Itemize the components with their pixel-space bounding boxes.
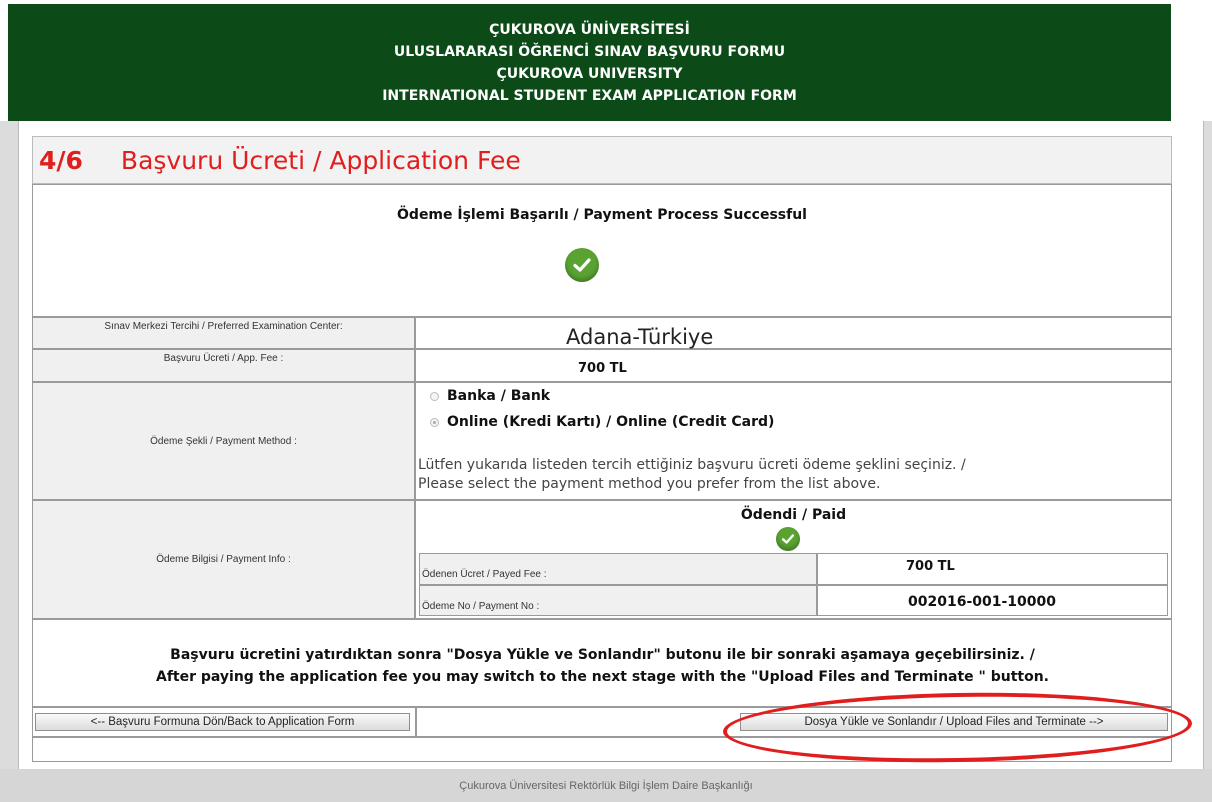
payment-method-label: Ödeme Şekli / Payment Method : [32,382,415,500]
header-line-3: ÇUKUROVA UNIVERSITY [496,65,683,82]
paid-fee-value-cell: 700 TL [817,553,1168,585]
radio-option-bank[interactable]: Banka / Bank [430,388,550,404]
payment-no-value-cell: 002016-001-10000 [817,585,1168,616]
instructions-line2: After paying the application fee you may… [155,669,1049,685]
success-message: Ödeme İşlemi Başarılı / Payment Process … [397,207,807,223]
payment-info-label: Ödeme Bilgisi / Payment Info : [32,500,415,619]
radio-online-label: Online (Kredi Kartı) / Online (Credit Ca… [447,414,775,430]
payment-method-note-line1: Lütfen yukarıda listeden tercih ettiğini… [418,457,966,473]
radio-online[interactable] [430,417,439,427]
payment-no-value: 002016-001-10000 [908,594,1056,610]
radio-bank-label: Banka / Bank [447,388,551,404]
header-line-1: ÇUKUROVA ÜNİVERSİTESİ [489,21,690,38]
header-line-4: INTERNATIONAL STUDENT EXAM APPLICATION F… [382,87,797,104]
step-indicator: 4/6 [39,145,83,175]
radio-option-online[interactable]: Online (Kredi Kartı) / Online (Credit Ca… [430,414,774,430]
exam-center-label: Sınav Merkezi Tercihi / Preferred Examin… [32,317,415,349]
check-circle-icon [565,248,599,282]
paid-fee-value: 700 TL [906,559,955,574]
check-circle-icon [776,527,800,551]
payment-method-note: Lütfen yukarıda listeden tercih ettiğini… [418,456,966,494]
exam-center-value-cell: Adana-Türkiye [415,317,1172,349]
app-fee-label: Başvuru Ücreti / App. Fee : [32,349,415,382]
section-title: 4/6 Başvuru Ücreti / Application Fee [32,136,1172,184]
payment-no-label: Ödeme No / Payment No : [419,585,817,616]
radio-bank[interactable] [430,391,439,401]
section-title-text: Başvuru Ücreti / Application Fee [120,145,521,175]
header-line-2: ULUSLARARASI ÖĞRENCİ SINAV BAŞVURU FORMU [393,43,786,60]
exam-center-value: Adana-Türkiye [566,325,714,349]
back-to-application-form-button[interactable]: <-- Başvuru Formuna Dön/Back to Applicat… [35,713,410,731]
success-box: Ödeme İşlemi Başarılı / Payment Process … [32,184,1172,317]
payment-method-note-line2: Please select the payment method you pre… [418,476,881,492]
app-fee-value: 700 TL [578,361,627,376]
footer-text: Çukurova Üniversitesi Rektörlük Bilgi İş… [459,779,753,792]
page-header: ÇUKUROVA ÜNİVERSİTESİ ULUSLARARASI ÖĞREN… [8,4,1171,121]
instructions-line1: Başvuru ücretini yatırdıktan sonra "Dosy… [170,647,1035,663]
app-fee-value-cell: 700 TL [415,349,1172,382]
page-footer: Çukurova Üniversitesi Rektörlük Bilgi İş… [0,769,1212,802]
paid-fee-label: Ödenen Ücret / Payed Fee : [419,553,817,585]
instructions-text: Başvuru ücretini yatırdıktan sonra "Dosy… [33,644,1172,688]
paid-status: Ödendi / Paid [740,507,847,523]
